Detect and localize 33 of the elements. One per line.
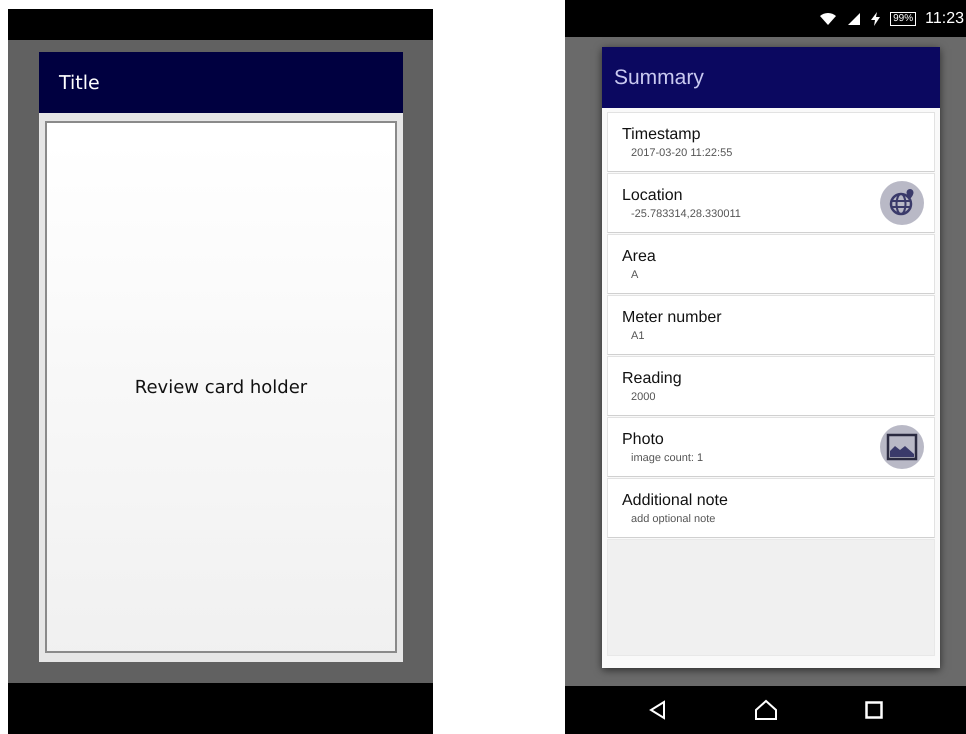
clock: 11:23 <box>925 10 964 28</box>
row-value: 2017-03-20 11:22:55 <box>630 146 732 158</box>
row-label: Meter number <box>622 308 722 326</box>
dialog-title: Summary <box>614 66 704 90</box>
row-value: A1 <box>630 330 646 342</box>
row-value: 2000 <box>630 390 656 402</box>
row-value: A <box>630 268 640 280</box>
dialog-title: Title <box>59 72 100 94</box>
battery-level: 99% <box>890 12 916 26</box>
summary-row[interactable]: Photo image count: 1 <box>607 417 935 477</box>
row-label: Photo <box>622 430 665 448</box>
row-label: Area <box>622 248 656 266</box>
card-placeholder-label: Review card holder <box>134 376 308 398</box>
row-label: Timestamp <box>622 126 702 144</box>
row-label: Additional note <box>622 492 728 510</box>
row-value: image count: 1 <box>630 452 704 464</box>
row-value: -25.783314,28.330011 <box>630 208 741 220</box>
image-icon[interactable] <box>879 424 925 470</box>
summary-row[interactable]: Location -25.783314,28.330011 <box>607 173 935 233</box>
row-label: Location <box>622 186 684 204</box>
recents-icon[interactable] <box>864 701 883 719</box>
row-label: Reading <box>622 370 682 388</box>
summary-row[interactable]: Meter number A1 <box>607 295 935 355</box>
summary-row[interactable]: Timestamp 2017-03-20 11:22:55 <box>607 112 935 172</box>
home-icon[interactable] <box>754 699 778 721</box>
summary-row[interactable]: Additional note add optional note <box>607 478 935 538</box>
signal-icon <box>847 12 862 26</box>
summary-row[interactable]: Area A <box>607 234 935 294</box>
wifi-icon <box>819 12 838 26</box>
summary-row[interactable]: Reading 2000 <box>607 356 935 416</box>
globe-pin-icon[interactable] <box>879 180 925 226</box>
row-value: add optional note <box>630 512 716 524</box>
charging-icon <box>871 12 880 26</box>
